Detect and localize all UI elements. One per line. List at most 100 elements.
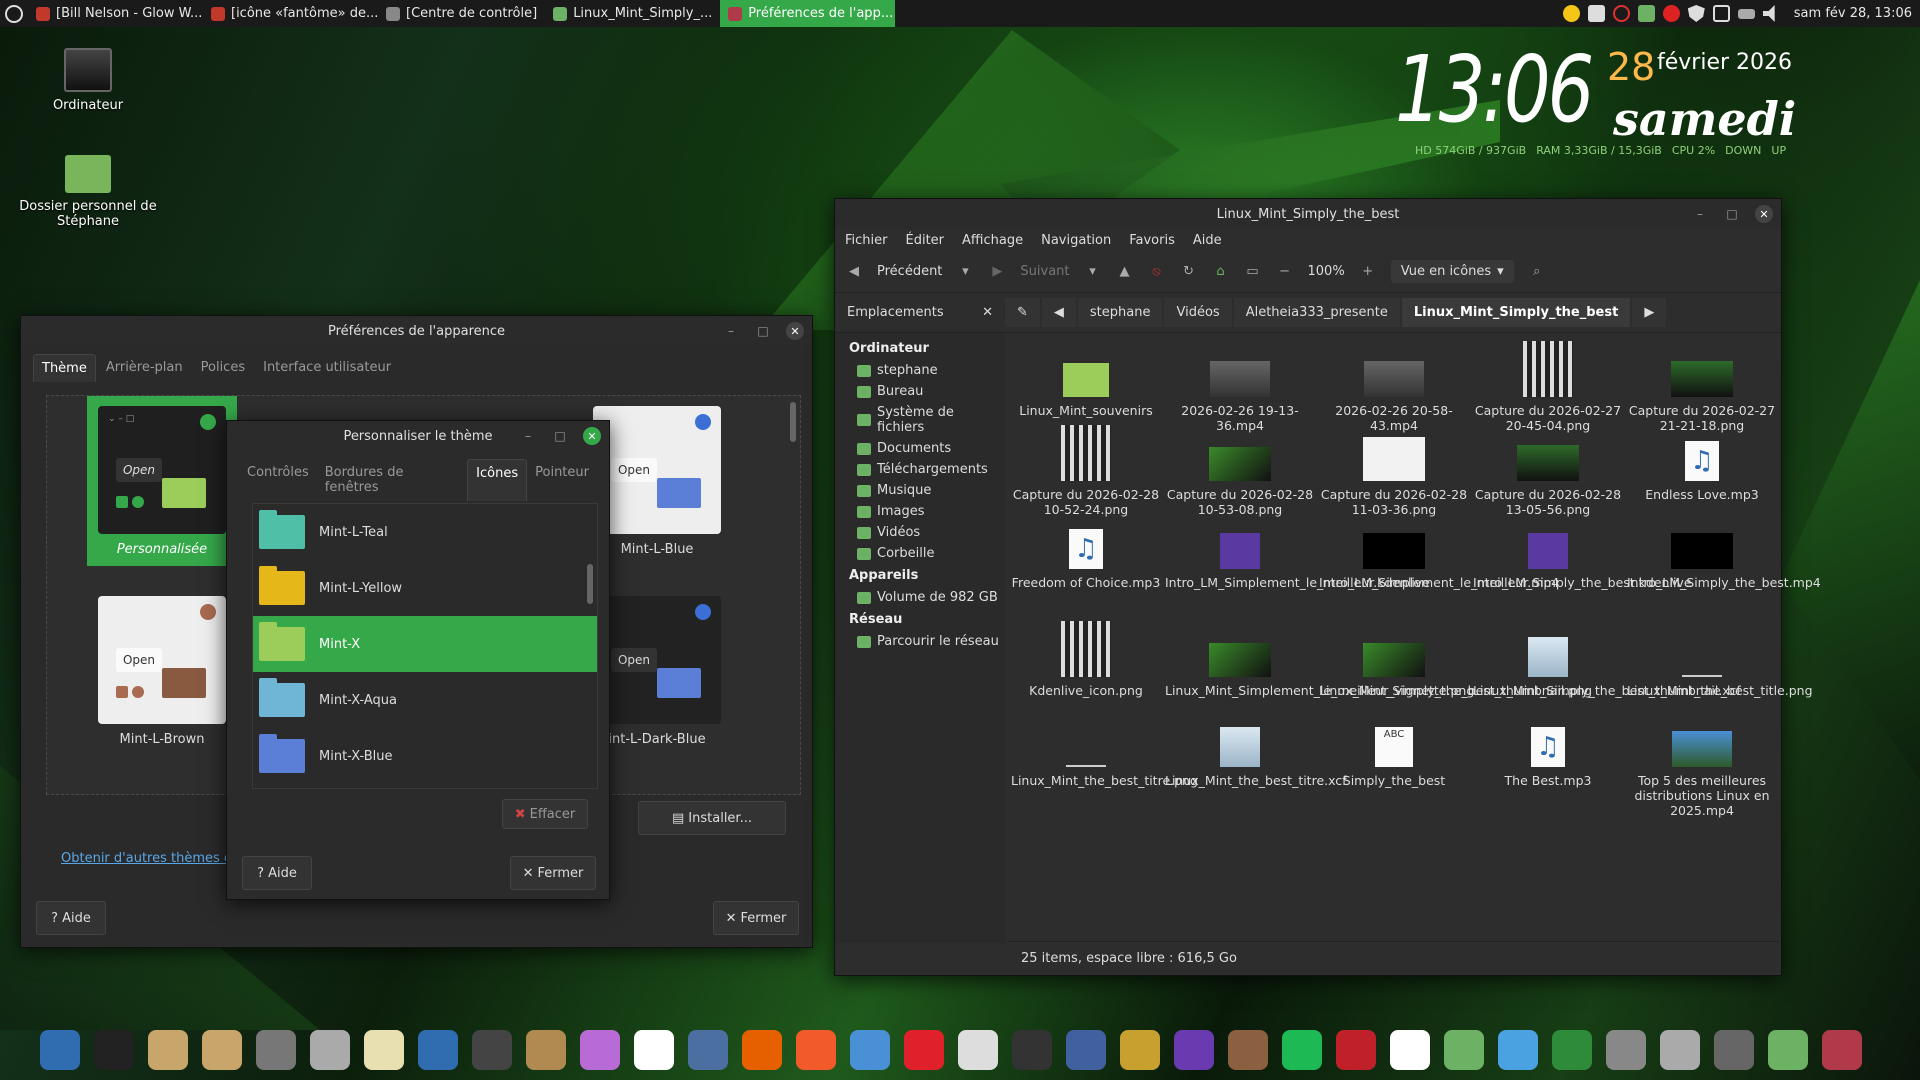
dock-app-icon[interactable] <box>1174 1030 1214 1070</box>
volume-icon[interactable] <box>1762 5 1775 22</box>
sidebar-item[interactable]: Téléchargements <box>835 459 1005 480</box>
dock-app-icon[interactable] <box>526 1030 566 1070</box>
file-item[interactable]: ABC Simply_the_best <box>1319 711 1469 788</box>
clear-button[interactable]: ✖ Effacer <box>502 799 588 829</box>
sidebar-item[interactable]: Système de fichiers <box>835 402 1005 438</box>
dock-app-icon[interactable] <box>148 1030 188 1070</box>
desktop-icon-computer[interactable]: Ordinateur <box>18 48 158 113</box>
dock-app-icon[interactable] <box>1120 1030 1160 1070</box>
file-item[interactable]: Top 5 des meilleures distributions Linux… <box>1627 711 1777 818</box>
file-item[interactable]: 2026-02-26 19-13-36.mp4 <box>1165 341 1315 433</box>
titlebar[interactable]: Personnaliser le thème – □ ✕ <box>227 421 609 451</box>
titlebar[interactable]: Préférences de l'apparence – □ ✕ <box>21 316 812 346</box>
maximize-icon[interactable]: □ <box>754 322 772 340</box>
maximize-icon[interactable]: □ <box>551 427 569 445</box>
tab-window-borders[interactable]: Bordures de fenêtres <box>317 459 467 501</box>
minimize-icon[interactable]: – <box>519 427 537 445</box>
crumb-current[interactable]: Linux_Mint_Simply_the_best <box>1401 298 1631 327</box>
icon-theme-item[interactable]: Mint-X <box>253 616 597 672</box>
file-item[interactable]: ♫ The Best.mp3 <box>1473 711 1623 788</box>
file-item[interactable]: Capture du 2026-02-27 20-45-04.png <box>1473 341 1623 433</box>
minimize-icon[interactable]: – <box>722 322 740 340</box>
dock-app-icon[interactable] <box>1552 1030 1592 1070</box>
sidebar-item[interactable]: Documents <box>835 438 1005 459</box>
forward-button[interactable]: Suivant <box>1020 264 1069 279</box>
close-button[interactable]: ✕ Fermer <box>510 856 596 890</box>
file-item[interactable]: ♫ Endless Love.mp3 <box>1627 425 1777 502</box>
menu-help[interactable]: Aide <box>1193 233 1222 248</box>
window-icon[interactable] <box>1712 5 1730 22</box>
dock-app-icon[interactable] <box>418 1030 458 1070</box>
network-icon[interactable] <box>1737 8 1755 19</box>
stop-icon[interactable]: ⦸ <box>1148 263 1166 281</box>
sidebar-item[interactable]: Bureau <box>835 381 1005 402</box>
taskbar-item[interactable]: [Bill Nelson - Glow W... <box>28 0 203 27</box>
icon-theme-item[interactable]: Mint-X-Aqua <box>253 672 597 728</box>
file-item[interactable]: Linux_Mint_Simply_the_best_thumbnail.xcf <box>1473 621 1741 698</box>
computer-icon[interactable]: ▭ <box>1244 263 1262 281</box>
dock-app-icon[interactable] <box>1336 1030 1376 1070</box>
tab-background[interactable]: Arrière-plan <box>98 354 191 382</box>
dock-app-icon[interactable] <box>634 1030 674 1070</box>
view-mode-select[interactable]: Vue en icônes ▾ <box>1390 260 1514 283</box>
dock-app-icon[interactable] <box>1390 1030 1430 1070</box>
places-dropdown[interactable]: Emplacements ✕ <box>835 305 1005 320</box>
mint-menu-button[interactable] <box>0 0 28 27</box>
scrollbar[interactable] <box>587 564 593 604</box>
home-icon[interactable]: ⌂ <box>1212 263 1230 281</box>
dock-app-icon[interactable] <box>1282 1030 1322 1070</box>
dock-app-icon[interactable] <box>1012 1030 1052 1070</box>
crumb-aletheia[interactable]: Aletheia333_presente <box>1233 298 1400 327</box>
tab-icons[interactable]: Icônes <box>467 459 528 501</box>
titlebar[interactable]: Linux_Mint_Simply_the_best – □ ✕ <box>835 199 1781 229</box>
tab-pointer[interactable]: Pointeur <box>527 459 597 501</box>
dock-app-icon[interactable] <box>904 1030 944 1070</box>
file-item[interactable]: Linux_Mint_Simply_the_best_thumbnail.png <box>1319 621 1592 698</box>
update-manager-icon[interactable] <box>1587 5 1605 22</box>
shield-icon[interactable] <box>1687 5 1705 22</box>
more-themes-link[interactable]: Obtenir d'autres thèmes en <box>61 851 240 866</box>
file-item[interactable]: Linux_Mint_the_best_titre.png <box>1011 711 1198 788</box>
up-arrow-icon[interactable]: ▲ <box>1116 263 1134 281</box>
dock-app-icon[interactable] <box>958 1030 998 1070</box>
file-item[interactable]: Linux_Mint_the_best_title.png <box>1627 621 1813 698</box>
chevron-down-icon[interactable]: ▾ <box>956 263 974 281</box>
menu-view[interactable]: Affichage <box>962 233 1023 248</box>
dock-app-icon[interactable] <box>1228 1030 1268 1070</box>
help-button[interactable]: ? Aide <box>36 901 106 935</box>
file-item[interactable]: Capture du 2026-02-28 11-03-36.png <box>1319 425 1469 517</box>
dock-app-icon[interactable] <box>1822 1030 1862 1070</box>
reload-icon[interactable]: ↻ <box>1180 263 1198 281</box>
file-item[interactable]: Intro_LM_Simplement_le_meilleur.kdenlive <box>1165 513 1430 590</box>
crumb-stephane[interactable]: stephane <box>1077 298 1163 327</box>
sidebar-item[interactable]: Corbeille <box>835 543 1005 564</box>
panel-clock[interactable]: sam fév 28, 13:06 <box>1794 6 1912 21</box>
file-item[interactable]: Capture du 2026-02-28 10-53-08.png <box>1165 425 1315 517</box>
crumb-videos[interactable]: Vidéos <box>1164 298 1232 327</box>
sidebar-item[interactable]: Musique <box>835 480 1005 501</box>
sidebar-item[interactable]: stephane <box>835 360 1005 381</box>
install-button[interactable]: ▤ Installer... <box>638 801 786 835</box>
dock-app-icon[interactable] <box>1498 1030 1538 1070</box>
dock-app-icon[interactable] <box>688 1030 728 1070</box>
file-item[interactable]: Linux_Mint_Simplement_le_meilleur_vignet… <box>1165 621 1474 698</box>
taskbar-item[interactable]: [Centre de contrôle] <box>378 0 545 27</box>
dock-app-icon[interactable] <box>1444 1030 1484 1070</box>
tab-controls[interactable]: Contrôles <box>239 459 317 501</box>
dock-app-icon[interactable] <box>580 1030 620 1070</box>
menu-navigation[interactable]: Navigation <box>1041 233 1111 248</box>
tab-fonts[interactable]: Polices <box>193 354 253 382</box>
menu-file[interactable]: Fichier <box>845 233 888 248</box>
zoom-in-icon[interactable]: + <box>1359 263 1377 281</box>
file-item[interactable]: Linux_Mint_souvenirs <box>1011 341 1161 418</box>
file-item[interactable]: Capture du 2026-02-27 21-21-18.png <box>1627 341 1777 433</box>
menu-edit[interactable]: Éditer <box>906 233 945 248</box>
dock-app-icon[interactable] <box>94 1030 134 1070</box>
search-icon[interactable]: ⌕ <box>1528 263 1546 281</box>
dock-app-icon[interactable] <box>40 1030 80 1070</box>
icon-theme-item[interactable]: Mint-L-Yellow <box>253 560 597 616</box>
theme-card-personnalisee[interactable]: ⌄ – □ Open Personnalisée <box>87 396 237 566</box>
file-item[interactable]: Intro_LM_Simply_the_best.mp4 <box>1627 513 1821 590</box>
dock-app-icon[interactable] <box>796 1030 836 1070</box>
help-button[interactable]: ? Aide <box>242 856 312 890</box>
